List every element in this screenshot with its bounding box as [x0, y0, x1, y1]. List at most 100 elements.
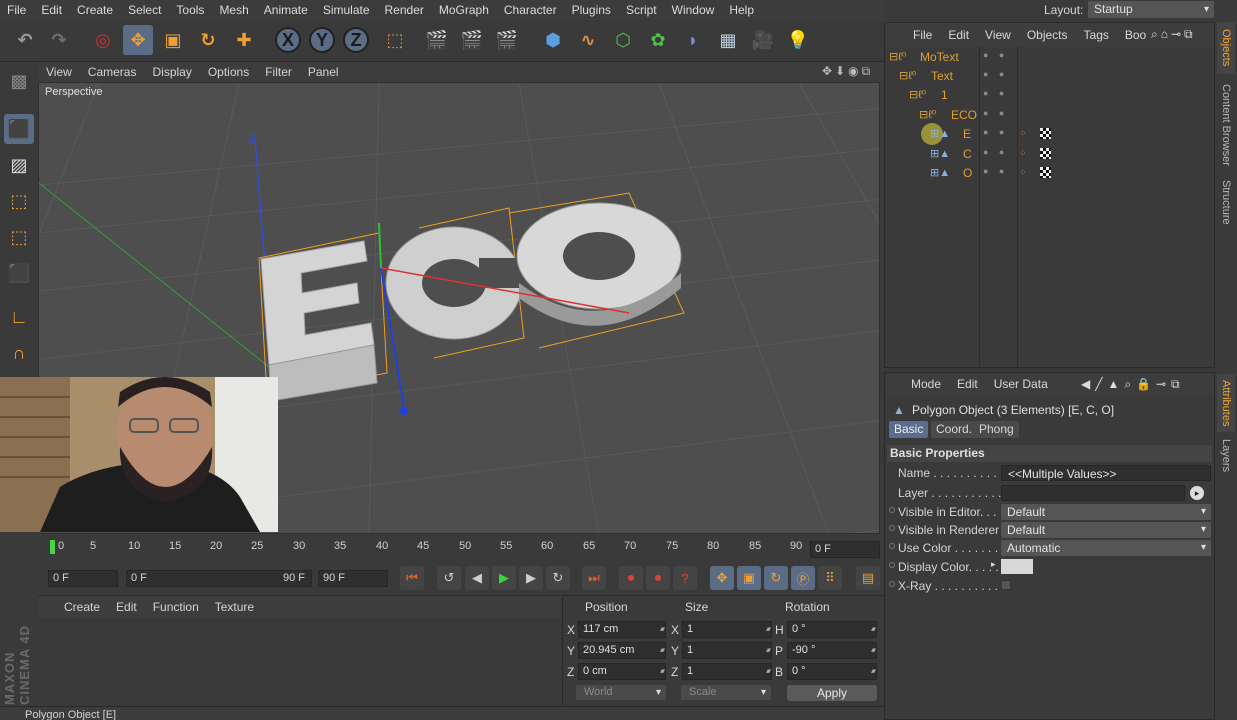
animate-radio-icon[interactable] — [889, 507, 895, 513]
animate-radio-icon[interactable] — [889, 562, 895, 568]
attributes-menu-edit[interactable]: Edit — [949, 377, 986, 391]
menu-mograph[interactable]: MoGraph — [432, 3, 497, 17]
enable-axis-icon[interactable]: ∟ — [4, 302, 34, 332]
viewport-menu-view[interactable]: View — [38, 65, 80, 79]
previous-frame-icon[interactable]: ◀ — [465, 566, 489, 590]
scale-tool-icon[interactable]: ▣ — [158, 25, 188, 55]
camera-object-icon[interactable]: 🎥 — [748, 25, 778, 55]
side-tab-objects[interactable]: Objects — [1217, 22, 1235, 74]
menu-character[interactable]: Character — [497, 3, 565, 17]
material-menu-edit[interactable]: Edit — [108, 600, 145, 614]
layer-picker-icon[interactable]: ▸ — [1190, 486, 1204, 500]
rotation-h-field[interactable]: 0 ° — [787, 621, 877, 638]
deformer-icon[interactable]: ◗ — [678, 25, 708, 55]
side-tab-attributes[interactable]: Attributes — [1217, 374, 1235, 432]
floor-object-icon[interactable]: ▦ — [713, 25, 743, 55]
tab-phong[interactable]: Phong — [974, 421, 1019, 438]
play-forward-icon[interactable]: ▶ — [492, 566, 516, 590]
visibility-dots[interactable]: ● ● — [983, 69, 1008, 79]
position-x-field[interactable]: 117 cm — [578, 621, 666, 638]
texture-mode-icon[interactable]: ▨ — [4, 150, 34, 180]
tab-basic[interactable]: Basic — [889, 421, 929, 438]
edges-mode-icon[interactable]: ⬚ — [4, 222, 34, 252]
visibility-dots[interactable]: ● ● — [983, 50, 1008, 60]
visible-in-renderer-dropdown[interactable]: Default — [1001, 522, 1211, 538]
render-view-icon[interactable]: 🎬 — [422, 25, 452, 55]
apply-button[interactable]: Apply — [787, 685, 877, 701]
menu-script[interactable]: Script — [619, 3, 665, 17]
menu-mesh[interactable]: Mesh — [212, 3, 256, 17]
rotation-p-field[interactable]: -90 ° — [787, 642, 877, 659]
polygons-mode-icon[interactable]: ⬛ — [4, 258, 34, 288]
spline-pen-icon[interactable]: ∿ — [573, 25, 603, 55]
menu-simulate[interactable]: Simulate — [316, 3, 378, 17]
viewport-menu-panel[interactable]: Panel — [300, 65, 347, 79]
start-frame-field[interactable]: 0 F — [48, 570, 118, 587]
points-mode-icon[interactable]: ⬚ — [4, 186, 34, 216]
live-selection-icon[interactable]: ◎ — [88, 25, 118, 55]
timeline-playhead[interactable] — [50, 540, 55, 554]
record-scale-icon[interactable]: ▣ — [737, 566, 761, 590]
size-z-field[interactable]: 1 — [682, 663, 772, 680]
side-tab-structure[interactable]: Structure — [1217, 176, 1235, 228]
cube-object-icon[interactable]: ⬢ — [538, 25, 568, 55]
previous-key-icon[interactable]: ↺ — [437, 566, 461, 590]
xray-checkbox[interactable] — [1001, 580, 1011, 590]
name-field[interactable]: <<Multiple Values>> — [1001, 465, 1211, 481]
menu-help[interactable]: Help — [722, 3, 762, 17]
menu-edit[interactable]: Edit — [34, 3, 70, 17]
next-key-icon[interactable]: ↻ — [546, 566, 570, 590]
layout-select[interactable]: Startup — [1088, 1, 1214, 18]
record-position-icon[interactable]: ✥ — [710, 566, 734, 590]
move-tool-icon[interactable]: ✥ — [123, 25, 153, 55]
gizmo-y-axis[interactable] — [378, 222, 382, 269]
object-manager-search-home-icons[interactable]: ⌕⌂⊸⧉ — [1143, 27, 1204, 42]
texture-tag-icon[interactable] — [1040, 148, 1051, 159]
tree-row-o[interactable]: ⊞▲ O ● ● ⁘ — [885, 164, 1214, 183]
size-x-field[interactable]: 1 — [682, 621, 772, 638]
position-z-field[interactable]: 0 cm — [578, 663, 666, 680]
expand-arrow-icon[interactable]: ▸ — [991, 559, 996, 570]
autokey-icon[interactable]: ⏺ — [646, 566, 670, 590]
make-editable-icon[interactable]: ▩ — [4, 66, 34, 96]
menu-select[interactable]: Select — [121, 3, 169, 17]
coordinate-system-icon[interactable]: ⬚ — [380, 25, 410, 55]
tree-row-text[interactable]: ⊟ℓ⁰ Text ● ● — [885, 67, 1214, 86]
tree-row-eco[interactable]: ⊟ℓ⁰ ECO ● ● — [885, 106, 1214, 125]
recent-tools-icon[interactable]: ✚ — [229, 25, 259, 55]
objects-menu-tags[interactable]: Tags — [1076, 28, 1117, 42]
phong-tag-icon[interactable]: ⁘ — [1019, 167, 1030, 178]
size-y-field[interactable]: 1 — [682, 642, 772, 659]
current-frame-field[interactable]: 0 F — [810, 541, 880, 558]
tree-row-motext[interactable]: ⊟ℓ⁰ MoText ● ● — [885, 48, 1214, 67]
go-to-end-icon[interactable]: ⏭ — [582, 566, 606, 590]
attributes-menu-mode[interactable]: Mode — [903, 377, 949, 391]
go-to-start-icon[interactable]: ⏮ — [400, 566, 424, 590]
animate-radio-icon[interactable] — [889, 543, 895, 549]
render-settings-icon[interactable]: 🎬 — [492, 25, 522, 55]
redo-icon[interactable]: ↷ — [44, 25, 74, 55]
visibility-dots[interactable]: ● ● — [983, 147, 1008, 157]
render-picture-viewer-icon[interactable]: 🎬 — [457, 25, 487, 55]
viewport-menu-options[interactable]: Options — [200, 65, 257, 79]
tab-coord[interactable]: Coord. — [931, 421, 978, 438]
phong-tag-icon[interactable]: ⁘ — [1019, 148, 1030, 159]
record-rotation-icon[interactable]: ↻ — [764, 566, 788, 590]
menu-tools[interactable]: Tools — [169, 3, 212, 17]
visibility-dots[interactable]: ● ● — [983, 108, 1008, 118]
rotation-b-field[interactable]: 0 ° — [787, 663, 877, 680]
rotate-tool-icon[interactable]: ↻ — [193, 25, 223, 55]
snapping-magnet-icon[interactable]: ∩ — [4, 338, 34, 368]
timeline-ruler[interactable]: 0 5 10 15 20 25 30 35 40 45 50 55 60 65 … — [38, 536, 884, 562]
z-axis-lock-icon[interactable]: Z — [343, 27, 369, 53]
x-axis-lock-icon[interactable]: X — [275, 27, 301, 53]
layer-field[interactable] — [1001, 485, 1185, 501]
texture-tag-icon[interactable] — [1040, 167, 1051, 178]
objects-menu-edit[interactable]: Edit — [940, 28, 977, 42]
texture-tag-icon[interactable] — [1040, 128, 1051, 139]
tree-row-c[interactable]: ⊞▲ C ● ● ⁘ — [885, 145, 1214, 164]
objects-menu-file[interactable]: File — [905, 28, 940, 42]
visibility-dots[interactable]: ● ● — [983, 127, 1008, 137]
attributes-menu-user-data[interactable]: User Data — [986, 377, 1056, 391]
y-axis-lock-icon[interactable]: Y — [309, 27, 335, 53]
